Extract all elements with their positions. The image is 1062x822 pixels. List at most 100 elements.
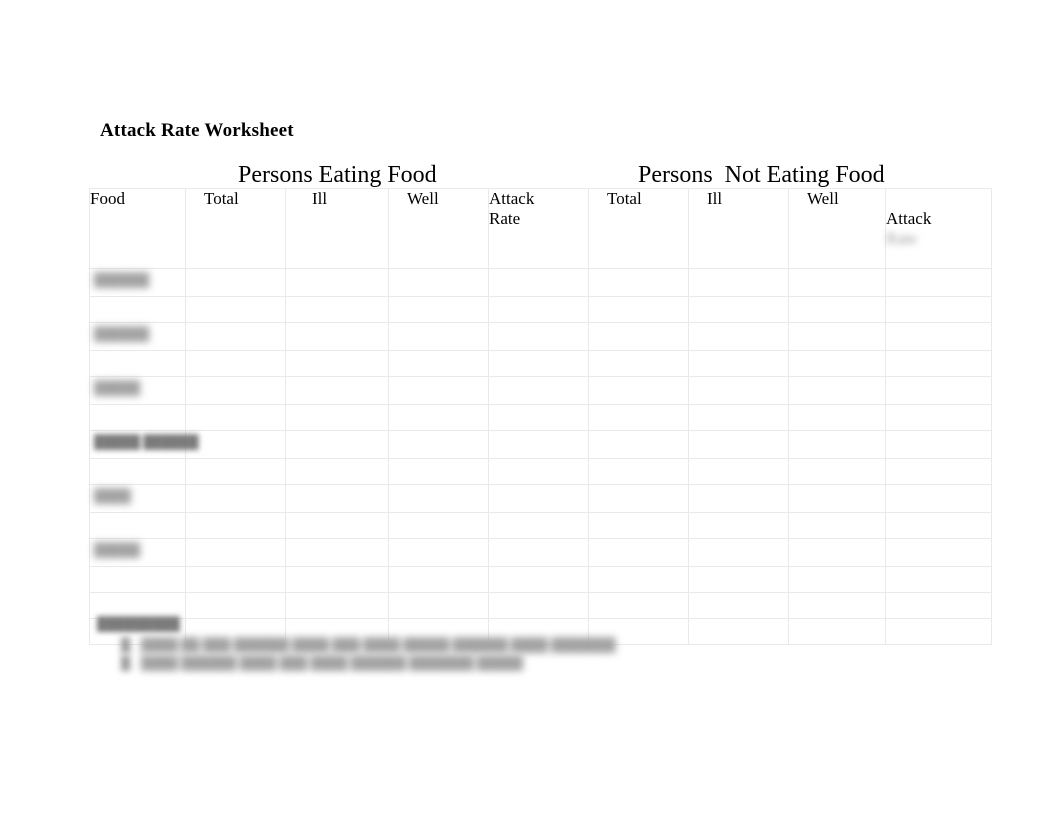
data-entry-cell-eat_total[interactable] bbox=[185, 458, 286, 486]
data-entry-cell-noteat_ill[interactable] bbox=[688, 296, 789, 324]
data-entry-cell-eat_total[interactable] bbox=[185, 376, 286, 406]
data-entry-cell-noteat_rate[interactable] bbox=[885, 404, 992, 432]
data-entry-cell-noteat_well[interactable] bbox=[788, 376, 886, 406]
food-name-cell[interactable] bbox=[89, 592, 186, 620]
data-entry-cell-eat_total[interactable] bbox=[185, 484, 286, 514]
data-entry-cell-noteat_total[interactable] bbox=[588, 296, 689, 324]
data-entry-cell-noteat_well[interactable] bbox=[788, 430, 886, 460]
data-entry-cell-eat_rate[interactable] bbox=[488, 566, 589, 594]
data-entry-cell-noteat_ill[interactable] bbox=[688, 592, 789, 620]
data-entry-cell-eat_ill[interactable] bbox=[285, 430, 389, 460]
data-entry-cell-noteat_total[interactable] bbox=[588, 268, 689, 298]
data-entry-cell-eat_well[interactable] bbox=[388, 350, 489, 378]
data-entry-cell-noteat_ill[interactable] bbox=[688, 458, 789, 486]
data-entry-cell-noteat_total[interactable] bbox=[588, 404, 689, 432]
food-name-cell[interactable]: ██████ bbox=[89, 268, 186, 298]
data-entry-cell-eat_well[interactable] bbox=[388, 430, 489, 460]
data-entry-cell-eat_well[interactable] bbox=[388, 268, 489, 298]
data-entry-cell-noteat_total[interactable] bbox=[588, 566, 689, 594]
food-name-cell[interactable] bbox=[89, 404, 186, 432]
food-name-cell[interactable] bbox=[89, 296, 186, 324]
data-entry-cell-noteat_rate[interactable] bbox=[885, 484, 992, 514]
data-entry-cell-noteat_well[interactable] bbox=[788, 618, 886, 646]
data-entry-cell-eat_ill[interactable] bbox=[285, 296, 389, 324]
data-entry-cell-eat_rate[interactable] bbox=[488, 404, 589, 432]
data-entry-cell-eat_ill[interactable] bbox=[285, 268, 389, 298]
food-name-cell[interactable] bbox=[89, 566, 186, 594]
data-entry-cell-eat_ill[interactable] bbox=[285, 512, 389, 540]
data-entry-cell-eat_rate[interactable] bbox=[488, 512, 589, 540]
data-entry-cell-eat_well[interactable] bbox=[388, 296, 489, 324]
data-entry-cell-noteat_ill[interactable] bbox=[688, 376, 789, 406]
data-entry-cell-noteat_well[interactable] bbox=[788, 592, 886, 620]
data-entry-cell-eat_well[interactable] bbox=[388, 512, 489, 540]
data-entry-cell-noteat_well[interactable] bbox=[788, 322, 886, 352]
data-entry-cell-eat_rate[interactable] bbox=[488, 484, 589, 514]
data-entry-cell-eat_well[interactable] bbox=[388, 458, 489, 486]
data-entry-cell-noteat_well[interactable] bbox=[788, 404, 886, 432]
food-name-cell[interactable] bbox=[89, 458, 186, 486]
data-entry-cell-eat_total[interactable] bbox=[185, 592, 286, 620]
data-entry-cell-noteat_total[interactable] bbox=[588, 592, 689, 620]
data-entry-cell-eat_total[interactable] bbox=[185, 268, 286, 298]
data-entry-cell-noteat_well[interactable] bbox=[788, 268, 886, 298]
food-name-cell[interactable]: ██████ bbox=[89, 322, 186, 352]
data-entry-cell-eat_well[interactable] bbox=[388, 376, 489, 406]
data-entry-cell-noteat_rate[interactable] bbox=[885, 268, 992, 298]
data-entry-cell-noteat_rate[interactable] bbox=[885, 512, 992, 540]
data-entry-cell-eat_ill[interactable] bbox=[285, 566, 389, 594]
data-entry-cell-eat_total[interactable] bbox=[185, 296, 286, 324]
data-entry-cell-eat_well[interactable] bbox=[388, 566, 489, 594]
data-entry-cell-noteat_rate[interactable] bbox=[885, 296, 992, 324]
data-entry-cell-noteat_well[interactable] bbox=[788, 566, 886, 594]
data-entry-cell-noteat_well[interactable] bbox=[788, 484, 886, 514]
data-entry-cell-noteat_total[interactable] bbox=[588, 484, 689, 514]
data-entry-cell-eat_total[interactable] bbox=[185, 512, 286, 540]
data-entry-cell-eat_total[interactable] bbox=[185, 350, 286, 378]
data-entry-cell-eat_ill[interactable] bbox=[285, 376, 389, 406]
data-entry-cell-noteat_total[interactable] bbox=[588, 512, 689, 540]
data-entry-cell-eat_ill[interactable] bbox=[285, 484, 389, 514]
data-entry-cell-eat_well[interactable] bbox=[388, 322, 489, 352]
data-entry-cell-eat_well[interactable] bbox=[388, 484, 489, 514]
data-entry-cell-noteat_ill[interactable] bbox=[688, 618, 789, 646]
data-entry-cell-eat_well[interactable] bbox=[388, 538, 489, 568]
data-entry-cell-noteat_ill[interactable] bbox=[688, 538, 789, 568]
data-entry-cell-noteat_ill[interactable] bbox=[688, 268, 789, 298]
data-entry-cell-eat_ill[interactable] bbox=[285, 404, 389, 432]
data-entry-cell-noteat_total[interactable] bbox=[588, 376, 689, 406]
data-entry-cell-noteat_rate[interactable] bbox=[885, 618, 992, 646]
data-entry-cell-noteat_rate[interactable] bbox=[885, 350, 992, 378]
data-entry-cell-noteat_ill[interactable] bbox=[688, 566, 789, 594]
food-name-cell[interactable]: █████ bbox=[89, 538, 186, 568]
data-entry-cell-eat_ill[interactable] bbox=[285, 538, 389, 568]
data-entry-cell-eat_ill[interactable] bbox=[285, 458, 389, 486]
data-entry-cell-eat_total[interactable] bbox=[185, 538, 286, 568]
data-entry-cell-eat_total[interactable] bbox=[185, 322, 286, 352]
data-entry-cell-eat_ill[interactable] bbox=[285, 350, 389, 378]
data-entry-cell-noteat_well[interactable] bbox=[788, 512, 886, 540]
data-entry-cell-eat_rate[interactable] bbox=[488, 376, 589, 406]
data-entry-cell-eat_rate[interactable] bbox=[488, 458, 589, 486]
data-entry-cell-noteat_ill[interactable] bbox=[688, 430, 789, 460]
data-entry-cell-eat_rate[interactable] bbox=[488, 350, 589, 378]
data-entry-cell-noteat_well[interactable] bbox=[788, 458, 886, 486]
data-entry-cell-noteat_rate[interactable] bbox=[885, 322, 992, 352]
food-name-cell[interactable] bbox=[89, 512, 186, 540]
data-entry-cell-eat_total[interactable] bbox=[185, 430, 286, 460]
data-entry-cell-noteat_well[interactable] bbox=[788, 350, 886, 378]
data-entry-cell-eat_rate[interactable] bbox=[488, 592, 589, 620]
data-entry-cell-noteat_rate[interactable] bbox=[885, 430, 992, 460]
data-entry-cell-eat_rate[interactable] bbox=[488, 538, 589, 568]
data-entry-cell-noteat_total[interactable] bbox=[588, 430, 689, 460]
data-entry-cell-eat_rate[interactable] bbox=[488, 322, 589, 352]
food-name-cell[interactable]: █████ ██████ bbox=[89, 430, 199, 460]
data-entry-cell-noteat_ill[interactable] bbox=[688, 512, 789, 540]
data-entry-cell-noteat_rate[interactable] bbox=[885, 566, 992, 594]
data-entry-cell-eat_ill[interactable] bbox=[285, 592, 389, 620]
data-entry-cell-noteat_total[interactable] bbox=[588, 458, 689, 486]
data-entry-cell-eat_well[interactable] bbox=[388, 592, 489, 620]
data-entry-cell-eat_rate[interactable] bbox=[488, 296, 589, 324]
data-entry-cell-noteat_well[interactable] bbox=[788, 538, 886, 568]
food-name-cell[interactable]: █████ bbox=[89, 376, 186, 406]
